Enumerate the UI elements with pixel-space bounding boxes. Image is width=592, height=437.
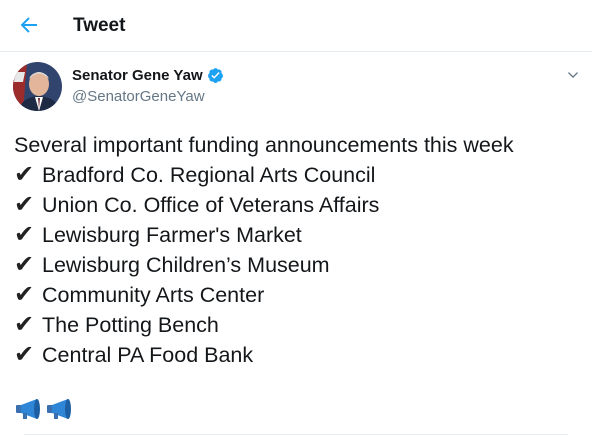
- list-item: ✔ Bradford Co. Regional Arts Council: [14, 160, 574, 190]
- back-arrow-icon[interactable]: [17, 13, 41, 37]
- megaphone-icon: [16, 399, 40, 419]
- list-item-text: Lewisburg Children’s Museum: [42, 253, 330, 277]
- list-item: ✔ The Potting Bench: [14, 310, 574, 340]
- list-item-text: Community Arts Center: [42, 283, 265, 307]
- check-mark-icon: ✔: [14, 251, 35, 278]
- check-mark-icon: ✔: [14, 281, 35, 308]
- list-item-text: The Potting Bench: [42, 313, 219, 337]
- check-mark-icon: ✔: [14, 191, 35, 218]
- author-name[interactable]: Senator Gene Yaw: [72, 67, 224, 84]
- list-item: ✔ Union Co. Office of Veterans Affairs: [14, 190, 574, 220]
- list-item-text: Union Co. Office of Veterans Affairs: [42, 193, 380, 217]
- check-mark-icon: ✔: [14, 311, 35, 338]
- list-item: ✔ Central PA Food Bank: [14, 340, 574, 370]
- megaphone-emoji-group: [14, 398, 73, 420]
- chevron-down-icon[interactable]: [565, 67, 581, 83]
- list-item-text: Lewisburg Farmer's Market: [42, 223, 302, 247]
- megaphone-icon: [47, 399, 71, 419]
- verified-badge-icon: [207, 68, 223, 83]
- list-item: ✔ Community Arts Center: [14, 280, 574, 310]
- check-mark-icon: ✔: [14, 161, 35, 188]
- avatar[interactable]: [13, 62, 62, 111]
- list-item-text: Bradford Co. Regional Arts Council: [42, 163, 376, 187]
- list-item: ✔ Lewisburg Children’s Museum: [14, 250, 574, 280]
- top-bar: Tweet: [0, 0, 592, 52]
- list-item-text: Central PA Food Bank: [42, 343, 254, 367]
- page-title: Tweet: [73, 15, 126, 36]
- list-item: ✔ Lewisburg Farmer's Market: [14, 220, 574, 250]
- divider: [24, 434, 568, 435]
- check-mark-icon: ✔: [14, 341, 35, 368]
- author-handle[interactable]: @SenatorGeneYaw: [72, 88, 205, 105]
- check-mark-icon: ✔: [14, 221, 35, 248]
- author-name-text: Senator Gene Yaw: [72, 67, 203, 84]
- tweet-intro: Several important funding announcements …: [14, 133, 514, 157]
- tweet-text: Several important funding announcements …: [14, 130, 574, 370]
